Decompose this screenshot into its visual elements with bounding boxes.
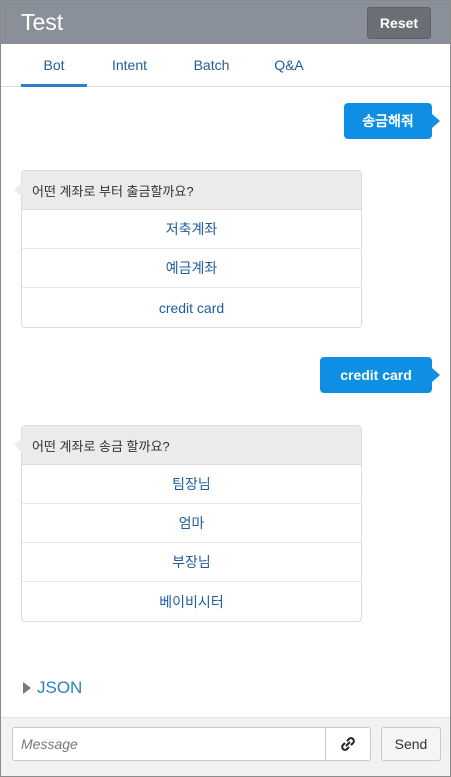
- tab-qa[interactable]: Q&A: [263, 44, 315, 86]
- panel-title: Test: [21, 9, 64, 35]
- send-button[interactable]: Send: [381, 727, 441, 761]
- attach-link-button[interactable]: [325, 727, 371, 761]
- bot-message-card: 어떤 계좌로 송금 할까요? 팀장님 엄마 부장님 베이비시터: [14, 425, 362, 622]
- header-bar: Test Reset: [1, 1, 450, 44]
- bot-question: 어떤 계좌로 송금 할까요?: [14, 426, 361, 465]
- user-message: credit card: [320, 357, 440, 393]
- chat-test-panel: Test Reset Bot Intent Batch Q&A 송금해줘 어떤 …: [0, 0, 451, 777]
- conversation-area: 송금해줘 어떤 계좌로 부터 출금할까요? 저축계좌 예금계좌 credit c…: [1, 87, 450, 717]
- tab-intent[interactable]: Intent: [101, 44, 158, 86]
- caret-right-icon: [23, 682, 31, 694]
- message-input[interactable]: [12, 727, 326, 761]
- user-message: 송금해줘: [344, 103, 440, 139]
- reset-button[interactable]: Reset: [367, 7, 431, 39]
- bot-message-card: 어떤 계좌로 부터 출금할까요? 저축계좌 예금계좌 credit card: [14, 170, 362, 328]
- bot-question: 어떤 계좌로 부터 출금할까요?: [14, 171, 361, 210]
- json-toggle-label: JSON: [37, 678, 83, 697]
- link-icon: [341, 737, 355, 751]
- tab-batch[interactable]: Batch: [183, 44, 240, 86]
- bot-option-button[interactable]: 부장님: [22, 543, 361, 582]
- composer-bar: Send: [1, 717, 450, 776]
- json-toggle[interactable]: JSON: [23, 678, 82, 698]
- tab-bot[interactable]: Bot: [21, 44, 87, 87]
- bot-option-button[interactable]: 예금계좌: [22, 249, 361, 288]
- bot-option-button[interactable]: credit card: [22, 288, 361, 327]
- bot-option-button[interactable]: 엄마: [22, 504, 361, 543]
- bot-option-button[interactable]: 팀장님: [22, 465, 361, 504]
- tab-bar: Bot Intent Batch Q&A: [1, 44, 450, 87]
- bot-option-button[interactable]: 저축계좌: [22, 210, 361, 249]
- bot-option-button[interactable]: 베이비시터: [22, 582, 361, 621]
